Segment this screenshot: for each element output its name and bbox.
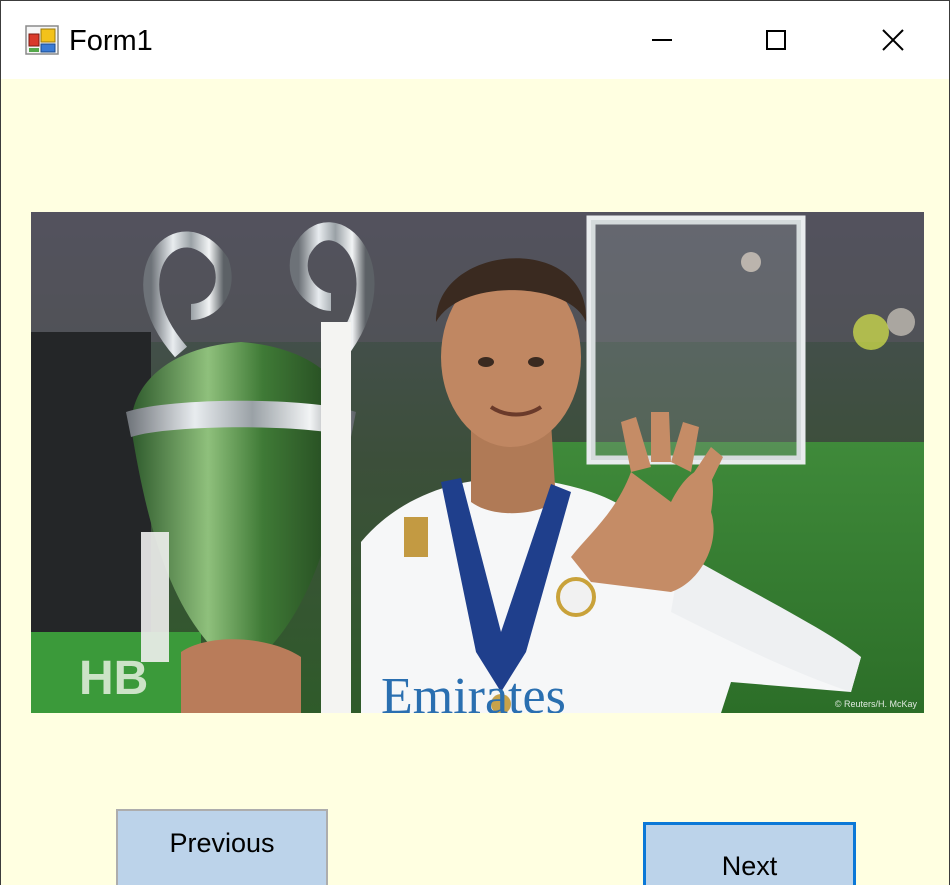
form-client-area: HB Emirates © Reuters/H. McKay Previous … bbox=[2, 79, 949, 885]
maximize-icon bbox=[766, 30, 786, 50]
window-title: Form1 bbox=[69, 25, 153, 57]
next-button[interactable]: Next bbox=[643, 822, 856, 885]
close-icon bbox=[882, 29, 904, 51]
maximize-button[interactable] bbox=[717, 1, 835, 79]
minimize-button[interactable] bbox=[603, 1, 721, 79]
form1-window: Form1 HB Emirates © Reuters/H. McKay Pre… bbox=[0, 0, 950, 885]
minimize-icon bbox=[652, 39, 672, 41]
svg-text:Emirates: Emirates bbox=[381, 668, 566, 713]
picture-box: HB Emirates © Reuters/H. McKay bbox=[31, 212, 924, 713]
photo-image: HB Emirates © Reuters/H. McKay bbox=[31, 212, 924, 713]
title-bar[interactable]: Form1 bbox=[1, 1, 949, 79]
winforms-app-icon bbox=[25, 25, 59, 55]
photo-credit: © Reuters/H. McKay bbox=[835, 699, 918, 709]
svg-text:HB: HB bbox=[79, 652, 148, 705]
close-button[interactable] bbox=[834, 1, 949, 79]
previous-button[interactable]: Previous bbox=[116, 809, 328, 885]
